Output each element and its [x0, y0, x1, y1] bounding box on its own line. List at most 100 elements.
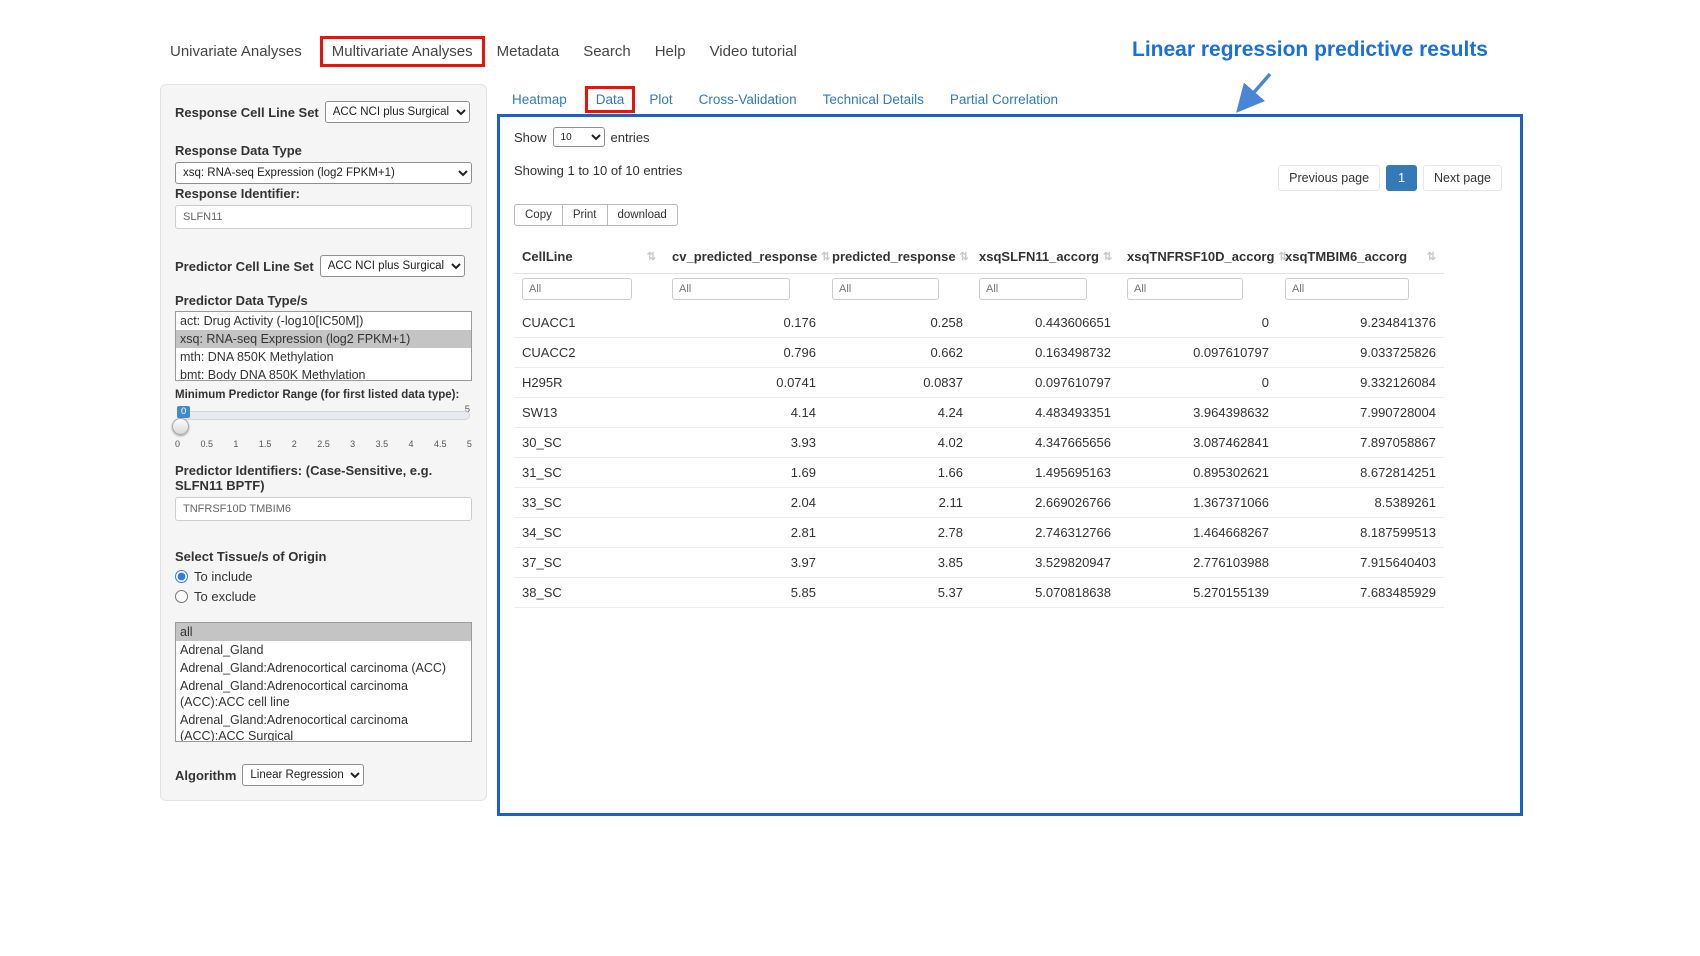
slider-tick-label: 2.5: [317, 439, 330, 449]
column-header-label: xsqTMBIM6_accorg: [1285, 249, 1407, 264]
listbox-option-adrenal-gland[interactable]: Adrenal_Gland: [176, 641, 471, 659]
previous-page-button[interactable]: Previous page: [1278, 165, 1380, 191]
response-identifier-input[interactable]: [175, 205, 472, 229]
copy-button[interactable]: Copy: [514, 204, 563, 226]
value-cell: 2.11: [824, 488, 971, 518]
nav-item-help[interactable]: Help: [655, 43, 686, 60]
cellline-cell: 38_SC: [514, 578, 664, 608]
value-cell: 0.258: [824, 308, 971, 338]
table-row: 34_SC2.812.782.7463127661.4646682678.187…: [514, 518, 1444, 548]
listbox-option-bmt-body-dna-850k-methylation[interactable]: bmt: Body DNA 850K Methylation: [176, 366, 471, 381]
slider-track[interactable]: [177, 411, 470, 420]
slider-handle[interactable]: [172, 418, 189, 435]
predictor-identifiers-label: Predictor Identifiers: (Case-Sensitive, …: [175, 463, 472, 493]
value-cell: 1.495695163: [971, 458, 1119, 488]
column-header-xsqtmbim6-accorg[interactable]: xsqTMBIM6_accorg ⇅: [1277, 240, 1444, 274]
sort-icon[interactable]: ⇅: [1427, 250, 1436, 263]
listbox-option-adrenal-gland-adrenocortical-carcinoma-acc[interactable]: Adrenal_Gland:Adrenocortical carcinoma (…: [176, 659, 471, 677]
column-header-xsqtnfrsf10d-accorg[interactable]: xsqTNFRSF10D_accorg⇅: [1119, 240, 1277, 274]
response-data-type-select[interactable]: xsq: RNA-seq Expression (log2 FPKM+1): [175, 162, 472, 184]
tissue-origin-list[interactable]: allAdrenal_GlandAdrenal_Gland:Adrenocort…: [175, 622, 472, 742]
sort-icon[interactable]: ⇅: [647, 250, 656, 263]
include-radio-input[interactable]: [175, 570, 188, 583]
listbox-option-xsq-rna-seq-expression-log2-fpkm-1[interactable]: xsq: RNA-seq Expression (log2 FPKM+1): [176, 330, 471, 348]
column-filter-input[interactable]: [1127, 278, 1243, 300]
tab-cross-validation[interactable]: Cross-Validation: [699, 92, 797, 107]
column-header-label: xsqSLFN11_accorg: [979, 249, 1099, 264]
column-filter-input[interactable]: [522, 278, 632, 300]
listbox-option-act-drug-activity-log10-ic50m[interactable]: act: Drug Activity (-log10[IC50M]): [176, 312, 471, 330]
cellline-cell: 33_SC: [514, 488, 664, 518]
nav-item-video-tutorial[interactable]: Video tutorial: [710, 43, 797, 60]
cellline-cell: 37_SC: [514, 548, 664, 578]
value-cell: 8.187599513: [1277, 518, 1444, 548]
sort-icon[interactable]: ⇅: [821, 250, 830, 263]
show-entries-prefix: Show: [514, 130, 547, 145]
tissue-exclude-radio[interactable]: To exclude: [175, 589, 472, 604]
column-header-predicted-response[interactable]: predicted_response⇅: [824, 240, 971, 274]
predictor-identifiers-input[interactable]: [175, 497, 472, 521]
value-cell: 1.69: [664, 458, 824, 488]
download-button[interactable]: download: [608, 204, 678, 226]
listbox-option-adrenal-gland-adrenocortical-carcinoma-acc-acc-surgical[interactable]: Adrenal_Gland:Adrenocortical carcinoma (…: [176, 711, 471, 742]
value-cell: 2.04: [664, 488, 824, 518]
sort-icon[interactable]: ⇅: [960, 250, 969, 263]
table-row: 33_SC2.042.112.6690267661.3673710668.538…: [514, 488, 1444, 518]
value-cell: 2.746312766: [971, 518, 1119, 548]
listbox-option-mth-dna-850k-methylation[interactable]: mth: DNA 850K Methylation: [176, 348, 471, 366]
table-row: 37_SC3.973.853.5298209472.7761039887.915…: [514, 548, 1444, 578]
tab-technical-details[interactable]: Technical Details: [823, 92, 924, 107]
listbox-option-all[interactable]: all: [176, 623, 471, 641]
table-row: 38_SC5.855.375.0708186385.2701551397.683…: [514, 578, 1444, 608]
value-cell: 4.347665656: [971, 428, 1119, 458]
response-cell-line-set-select[interactable]: ACC NCI plus Surgical: [325, 101, 470, 123]
nav-item-search[interactable]: Search: [583, 43, 631, 60]
column-header-label: cv_predicted_response: [672, 249, 817, 264]
entries-count-select[interactable]: 10: [553, 127, 605, 147]
current-page-button[interactable]: 1: [1386, 165, 1417, 191]
predictor-cell-line-set-select[interactable]: ACC NCI plus Surgical: [320, 255, 465, 277]
slider-tick-label: 3: [350, 439, 355, 449]
tab-data[interactable]: Data: [585, 86, 636, 113]
nav-item-multivariate-analyses[interactable]: Multivariate Analyses: [320, 36, 485, 67]
pagination: Previous page 1 Next page: [1278, 165, 1502, 191]
response-data-type-label: Response Data Type: [175, 143, 472, 158]
column-filter-input[interactable]: [832, 278, 939, 300]
table-row: CUACC20.7960.6620.1634987320.0976107979.…: [514, 338, 1444, 368]
value-cell: 5.270155139: [1119, 578, 1277, 608]
print-button[interactable]: Print: [563, 204, 608, 226]
tissue-include-radio[interactable]: To include: [175, 569, 472, 584]
column-filter-input[interactable]: [1285, 278, 1409, 300]
slider-tick-label: 0: [175, 439, 180, 449]
value-cell: 0.662: [824, 338, 971, 368]
column-header-cellline[interactable]: CellLine⇅: [514, 240, 664, 274]
predictor-data-type-list[interactable]: act: Drug Activity (-log10[IC50M])xsq: R…: [175, 311, 472, 381]
tab-plot[interactable]: Plot: [649, 92, 672, 107]
table-filter-row: [514, 274, 1444, 309]
exclude-radio-input[interactable]: [175, 590, 188, 603]
column-filter-input[interactable]: [979, 278, 1087, 300]
tab-heatmap[interactable]: Heatmap: [512, 92, 567, 107]
value-cell: 4.14: [664, 398, 824, 428]
data-table-body: CUACC10.1760.2580.44360665109.234841376C…: [514, 308, 1444, 608]
value-cell: 9.332126084: [1277, 368, 1444, 398]
value-cell: 2.78: [824, 518, 971, 548]
column-header-xsqslfn11-accorg[interactable]: xsqSLFN11_accorg ⇅: [971, 240, 1119, 274]
algorithm-select[interactable]: Linear Regression: [242, 764, 364, 786]
slider-tick-label: 4: [409, 439, 414, 449]
value-cell: 1.66: [824, 458, 971, 488]
column-header-cv-predicted-response[interactable]: cv_predicted_response⇅: [664, 240, 824, 274]
value-cell: 0.796: [664, 338, 824, 368]
table-row: 31_SC1.691.661.4956951630.8953026218.672…: [514, 458, 1444, 488]
nav-item-metadata[interactable]: Metadata: [497, 43, 560, 60]
sort-icon[interactable]: ⇅: [1103, 250, 1112, 263]
value-cell: 0.0837: [824, 368, 971, 398]
min-predictor-range-slider[interactable]: 0 5 00.511.522.533.544.55: [175, 403, 472, 455]
listbox-option-adrenal-gland-adrenocortical-carcinoma-acc-acc-cell-line[interactable]: Adrenal_Gland:Adrenocortical carcinoma (…: [176, 677, 471, 711]
response-cell-line-set-label: Response Cell Line Set: [175, 105, 319, 120]
column-filter-input[interactable]: [672, 278, 790, 300]
nav-item-univariate-analyses[interactable]: Univariate Analyses: [170, 43, 302, 60]
next-page-button[interactable]: Next page: [1423, 165, 1502, 191]
include-radio-label: To include: [194, 569, 253, 584]
tab-partial-correlation[interactable]: Partial Correlation: [950, 92, 1058, 107]
